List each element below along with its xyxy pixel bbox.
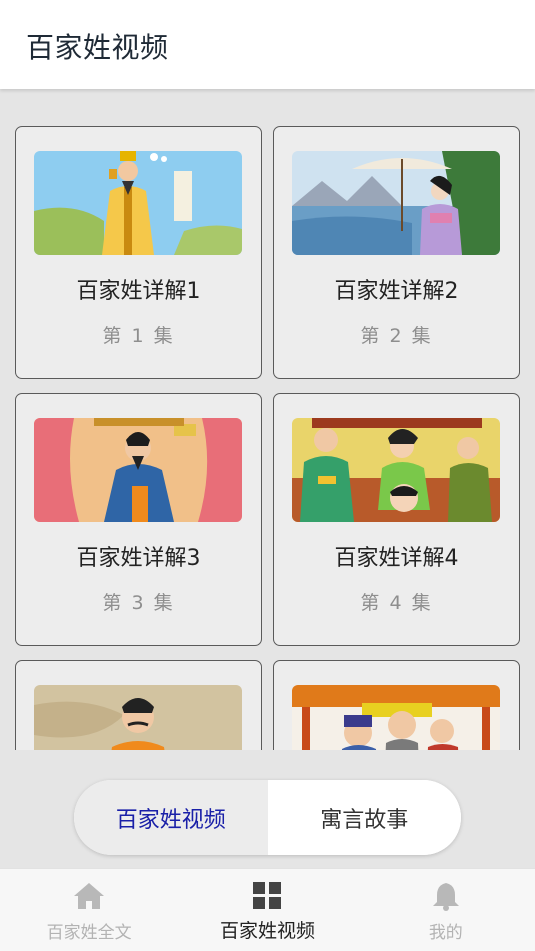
- video-title: 百家姓详解1: [76, 279, 201, 304]
- video-title: 百家姓详解2: [334, 279, 459, 304]
- video-title: 百家姓详解3: [76, 546, 201, 571]
- home-icon: [74, 883, 105, 909]
- episode-label: 第 3 集: [102, 592, 175, 614]
- video-card-4[interactable]: 百家姓详解4 第 4 集: [273, 393, 520, 646]
- video-card-2[interactable]: 百家姓详解2 第 2 集: [273, 126, 520, 379]
- episode-label: 第 4 集: [360, 592, 433, 614]
- bell-icon: [432, 883, 459, 911]
- nav-label: 我的: [428, 923, 463, 943]
- nav-item-full-text[interactable]: 百家姓全文: [0, 869, 178, 951]
- video-card-1[interactable]: 百家姓详解1 第 1 集: [15, 126, 262, 379]
- segment-videos[interactable]: 百家姓视频: [74, 780, 268, 855]
- nav-label: 百家姓视频: [219, 920, 315, 942]
- page-title: 百家姓视频: [26, 31, 169, 64]
- category-segmented-control[interactable]: 百家姓视频 寓言故事: [74, 780, 461, 855]
- video-card-3[interactable]: 百家姓详解3 第 3 集: [15, 393, 262, 646]
- video-thumbnail: [292, 685, 500, 750]
- nav-label: 百家姓全文: [46, 923, 132, 943]
- video-thumbnail: [292, 151, 500, 255]
- segment-fables[interactable]: 寓言故事: [267, 780, 461, 855]
- video-thumbnail: [34, 151, 242, 255]
- video-thumbnail: [34, 418, 242, 522]
- episode-label: 第 1 集: [102, 325, 175, 347]
- video-title: 百家姓详解4: [334, 546, 459, 571]
- bottom-navigation: 百家姓全文 百家姓视频 我的: [0, 868, 535, 951]
- video-card-5[interactable]: [15, 660, 262, 750]
- app-header: 百家姓视频: [0, 0, 535, 89]
- video-card-6[interactable]: [273, 660, 520, 750]
- video-thumbnail: [292, 418, 500, 522]
- grid-icon: [253, 882, 282, 909]
- nav-item-videos[interactable]: 百家姓视频: [178, 869, 356, 951]
- video-grid[interactable]: 百家姓详解1 第 1 集 百家姓详解2 第 2 集 百家姓详解3 第 3 集 百…: [0, 89, 535, 750]
- video-thumbnail: [34, 685, 242, 750]
- episode-label: 第 2 集: [360, 325, 433, 347]
- nav-item-profile[interactable]: 我的: [357, 869, 535, 951]
